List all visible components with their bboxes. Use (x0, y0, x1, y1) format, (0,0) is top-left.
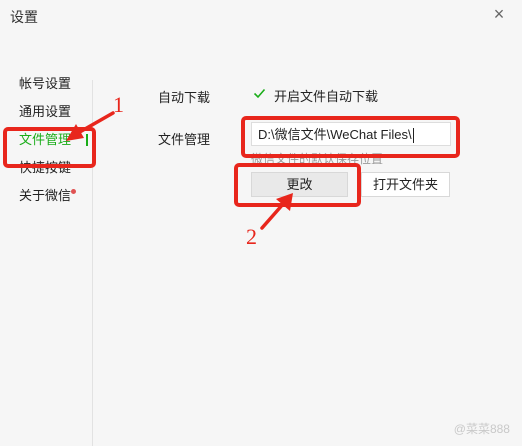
sidebar-item-general[interactable]: 通用设置 (0, 98, 92, 126)
sidebar-item-label: 帐号设置 (19, 76, 72, 91)
highlight-box-change (234, 163, 361, 207)
annotation-arrows (66, 111, 293, 230)
checkmark-icon (253, 88, 266, 99)
annotation-marker-2: 2 (246, 224, 257, 249)
notification-dot (71, 189, 76, 194)
open-folder-button[interactable]: 打开文件夹 (361, 172, 450, 197)
auto-download-label: 自动下载 (158, 90, 211, 105)
window-title: 设置 (10, 9, 38, 25)
watermark: @菜菜888 (453, 422, 510, 436)
auto-download-checkbox-label[interactable]: 开启文件自动下载 (274, 86, 378, 105)
sidebar-item-label: 关于微信 (19, 188, 72, 203)
annotation-marker-1: 1 (113, 92, 124, 117)
sidebar-item-account[interactable]: 帐号设置 (0, 70, 92, 98)
sidebar-item-about[interactable]: 关于微信 (0, 182, 92, 210)
file-management-label: 文件管理 (158, 132, 211, 147)
auto-download-checkbox[interactable] (253, 87, 266, 100)
close-icon[interactable]: × (488, 3, 510, 25)
sidebar-item-label: 通用设置 (19, 104, 72, 119)
highlight-box-sidebar (3, 127, 96, 168)
highlight-box-path (241, 116, 460, 158)
